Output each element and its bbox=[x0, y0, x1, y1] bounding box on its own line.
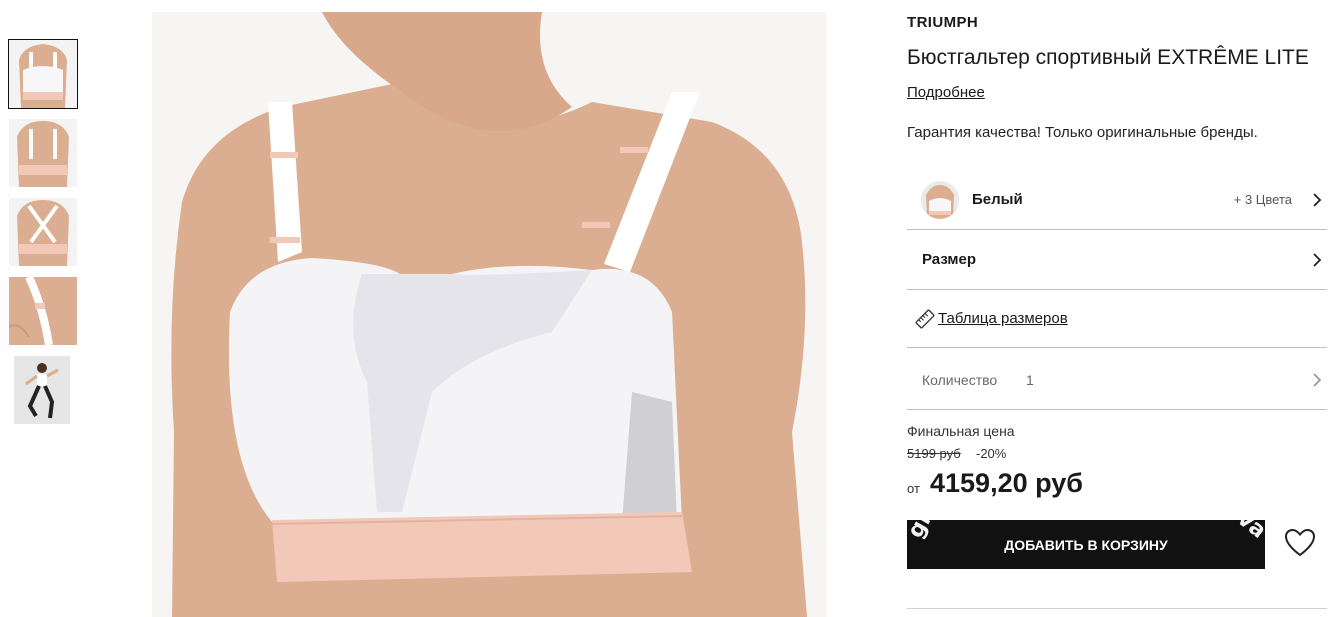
brand-name[interactable]: TRIUMPH bbox=[907, 14, 978, 31]
chevron-right-icon bbox=[1309, 192, 1325, 208]
size-selector[interactable]: Размер bbox=[907, 230, 1327, 290]
thumbnail-strap-detail[interactable] bbox=[9, 277, 77, 345]
add-to-cart-button[interactable]: grov.ru ДОБАВИТЬ В КОРЗИНУ ptova bbox=[907, 520, 1265, 569]
main-product-image bbox=[152, 12, 826, 617]
details-link[interactable]: Подробнее bbox=[907, 84, 985, 101]
ruler-icon bbox=[915, 309, 935, 329]
final-price-label: Финальная цена bbox=[907, 423, 1015, 439]
color-selector[interactable]: Белый + 3 Цвета bbox=[907, 170, 1327, 230]
chevron-right-icon bbox=[1309, 252, 1325, 268]
guarantee-text: Гарантия качества! Только оригинальные б… bbox=[907, 124, 1258, 141]
size-table-link[interactable]: Таблица размеров bbox=[938, 310, 1068, 327]
size-table-row: Таблица размеров bbox=[907, 290, 1327, 348]
add-to-cart-label: ДОБАВИТЬ В КОРЗИНУ bbox=[1004, 536, 1168, 553]
thumbnail-model-action[interactable] bbox=[14, 356, 70, 424]
chevron-right-icon bbox=[1309, 372, 1325, 388]
quantity-value: 1 bbox=[1026, 371, 1034, 388]
divider bbox=[907, 608, 1327, 609]
discount-badge: -20% bbox=[976, 446, 1007, 461]
price-from-label: от bbox=[907, 481, 920, 496]
heart-icon[interactable] bbox=[1283, 526, 1317, 560]
quantity-selector[interactable]: Количество 1 bbox=[907, 350, 1327, 410]
size-label: Размер bbox=[922, 251, 977, 268]
current-price: 4159,20 руб bbox=[930, 468, 1083, 498]
thumbnail-gallery bbox=[8, 39, 78, 435]
thumbnail-front[interactable] bbox=[8, 39, 78, 109]
watermark-right: ptova bbox=[1200, 520, 1265, 544]
watermark-left: grov.ru bbox=[907, 520, 969, 543]
product-info-panel: TRIUMPH Бюстгальтер спортивный EXTRÊME L… bbox=[907, 0, 1327, 617]
color-swatch-image bbox=[921, 180, 959, 219]
more-colors-count[interactable]: + 3 Цвета bbox=[1234, 192, 1292, 207]
thumbnail-cross-back[interactable] bbox=[9, 198, 77, 266]
product-title: Бюстгальтер спортивный EXTRÊME LITE bbox=[907, 46, 1309, 69]
thumbnail-back[interactable] bbox=[9, 119, 77, 187]
color-name: Белый bbox=[972, 191, 1023, 208]
old-price: 5199 руб bbox=[907, 446, 961, 461]
quantity-label: Количество bbox=[922, 371, 998, 388]
